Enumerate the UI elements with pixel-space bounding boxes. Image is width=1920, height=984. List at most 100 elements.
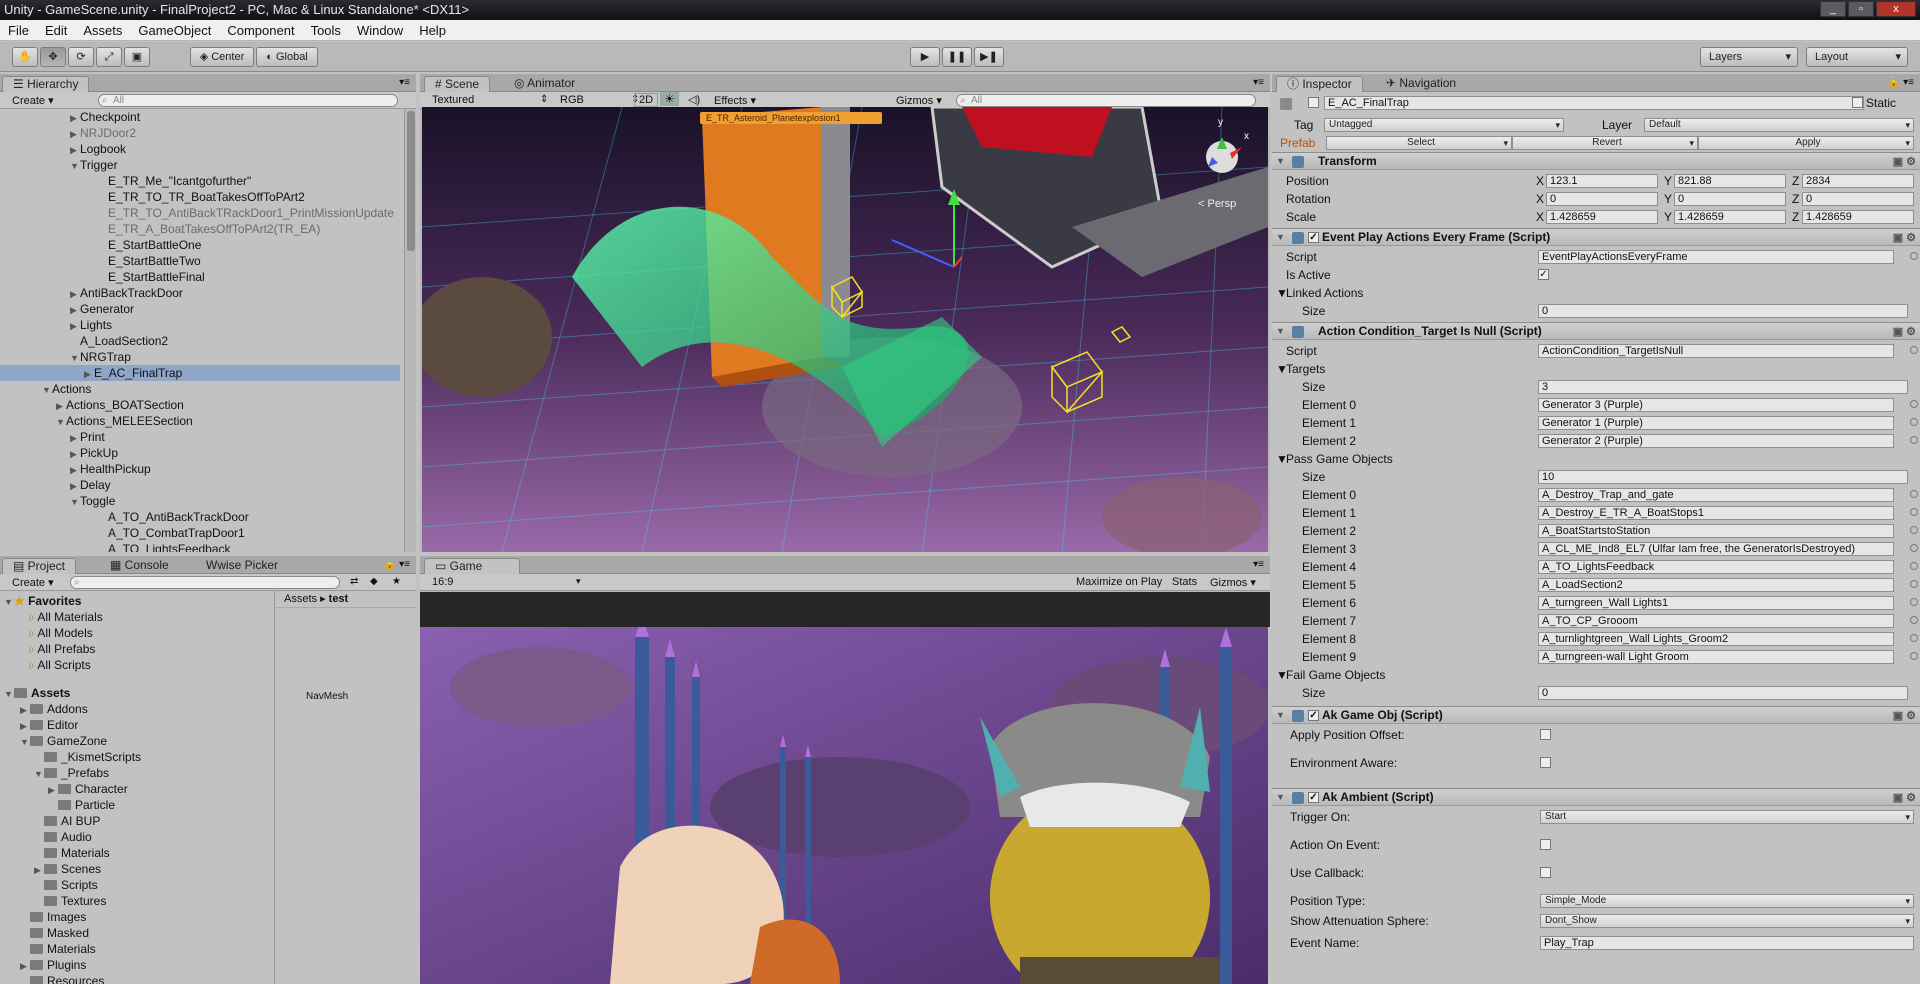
asset-folder[interactable]: ▶ Scenes	[34, 861, 101, 877]
rotation-z-field[interactable]: 0	[1802, 192, 1914, 206]
asset-folder[interactable]: _KismetScripts	[34, 749, 141, 765]
action-on-event-checkbox[interactable]	[1540, 839, 1551, 850]
rotation-x-field[interactable]: 0	[1546, 192, 1658, 206]
hierarchy-item[interactable]: ▶ AntiBackTrackDoor	[0, 285, 400, 301]
tab-inspector[interactable]: ⓘ Inspector	[1276, 76, 1363, 92]
asset-folder[interactable]: ▶ Editor	[20, 717, 78, 733]
breadcrumb-assets[interactable]: Assets	[284, 593, 317, 605]
menu-assets[interactable]: Assets	[75, 23, 130, 38]
gear-icon[interactable]: ▣ ⚙	[1893, 154, 1916, 171]
fold-arrow-icon[interactable]: ▼	[1276, 323, 1286, 340]
panel-menu-icon[interactable]: ▾≡	[1253, 77, 1264, 88]
is-active-checkbox[interactable]: ✓	[1538, 269, 1549, 280]
hierarchy-item[interactable]: E_TR_TO_TR_BoatTakesOffToPArt2	[0, 189, 400, 205]
tab-wwise-picker[interactable]: Wwise Picker	[196, 558, 288, 574]
object-picker-icon[interactable]	[1910, 252, 1918, 260]
size-field[interactable]: 0	[1538, 304, 1908, 318]
tree-arrow-icon[interactable]: ▶	[20, 718, 30, 734]
pass-object-field[interactable]: A_Destroy_E_TR_A_BoatStops1	[1538, 506, 1894, 520]
gizmos-dropdown[interactable]: Gizmos ▾	[896, 94, 942, 107]
tree-arrow-icon[interactable]: ▶	[70, 430, 80, 446]
scene-viewport[interactable]: E_TR_Asteroid_Planetexplosion1 y x < Per…	[422, 107, 1268, 552]
hierarchy-item[interactable]: ▼Toggle	[0, 493, 400, 509]
hierarchy-item[interactable]: ▼NRGTrap	[0, 349, 400, 365]
project-search-input[interactable]: ⌕	[70, 576, 340, 589]
pass-object-field[interactable]: A_turngreen-wall Light Groom	[1538, 650, 1894, 664]
favorite-item[interactable]: ⌕ All Models	[28, 625, 93, 641]
favorite-item[interactable]: ⌕ All Scripts	[28, 657, 91, 673]
hierarchy-create-button[interactable]: Create ▾	[12, 94, 54, 107]
hierarchy-scrollbar[interactable]	[404, 109, 416, 552]
component-header[interactable]: ▼ ✓ Ak Game Obj (Script) ▣ ⚙	[1272, 706, 1920, 724]
hierarchy-item[interactable]: A_TO_LightsFeedback	[0, 541, 400, 552]
hierarchy-item[interactable]: E_StartBattleOne	[0, 237, 400, 253]
fold-arrow-icon[interactable]: ▼	[1276, 789, 1286, 806]
gear-icon[interactable]: ▣ ⚙	[1893, 324, 1916, 341]
hierarchy-item[interactable]: ▶ Actions_BOATSection	[0, 397, 400, 413]
color-mode-dropdown[interactable]: RGB	[560, 94, 584, 106]
hand-tool-button[interactable]: ✋	[12, 47, 38, 67]
tab-game[interactable]: ▭ Game	[424, 558, 520, 574]
position-z-field[interactable]: 2834	[1802, 174, 1914, 188]
hierarchy-item[interactable]: ▼Trigger	[0, 157, 400, 173]
tree-arrow-icon[interactable]: ▼	[42, 382, 52, 398]
position-x-field[interactable]: 123.1	[1546, 174, 1658, 188]
position-y-field[interactable]: 821.88	[1674, 174, 1786, 188]
scene-search-input[interactable]: ⌕ All	[956, 94, 1256, 107]
hierarchy-item[interactable]: ▶ Print	[0, 429, 400, 445]
object-picker-icon[interactable]	[1910, 346, 1918, 354]
object-picker-icon[interactable]	[1910, 634, 1918, 642]
menu-help[interactable]: Help	[411, 23, 454, 38]
component-enabled-checkbox[interactable]: ✓	[1308, 792, 1319, 803]
asset-folder[interactable]: Textures	[34, 893, 106, 909]
pass-object-field[interactable]: A_CL_ME_Ind8_EL7 (Ulfar Iam free, the Ge…	[1538, 542, 1894, 556]
apply-position-offset-checkbox[interactable]	[1540, 729, 1551, 740]
panel-menu-icon[interactable]: ▾≡	[399, 77, 410, 88]
object-name-field[interactable]: E_AC_FinalTrap	[1324, 96, 1864, 110]
asset-folder[interactable]: Resources	[20, 973, 104, 984]
hierarchy-item[interactable]: ▶ E_AC_FinalTrap	[0, 365, 400, 381]
step-button[interactable]: ▶❚	[974, 47, 1004, 67]
tree-arrow-icon[interactable]: ▶	[70, 462, 80, 478]
maximize-on-play-toggle[interactable]: Maximize on Play	[1076, 576, 1162, 588]
active-checkbox[interactable]	[1308, 97, 1319, 108]
fold-arrow-icon[interactable]: ▼	[1276, 229, 1286, 246]
layout-dropdown[interactable]: Layout ▾	[1806, 47, 1908, 67]
aspect-dropdown[interactable]: 16:9	[432, 576, 453, 588]
layers-dropdown[interactable]: Layers ▾	[1700, 47, 1798, 67]
asset-folder[interactable]: ▼ GameZone	[20, 733, 107, 749]
pivot-center-button[interactable]: ◈ Center	[190, 47, 254, 67]
tree-arrow-icon[interactable]: ▶	[70, 318, 80, 334]
hierarchy-item[interactable]: A_TO_AntiBackTrackDoor	[0, 509, 400, 525]
scale-tool-button[interactable]: ⤢	[96, 47, 122, 67]
render-mode-dropdown[interactable]: Textured	[432, 94, 474, 106]
hierarchy-item[interactable]: E_StartBattleTwo	[0, 253, 400, 269]
gear-icon[interactable]: ▣ ⚙	[1893, 230, 1916, 247]
tab-project[interactable]: ▤ Project	[2, 558, 77, 574]
component-header[interactable]: ▼ ✓ Event Play Actions Every Frame (Script…	[1272, 228, 1920, 246]
object-picker-icon[interactable]	[1910, 508, 1918, 516]
tab-scene[interactable]: # Scene	[424, 76, 491, 92]
scene-audio-toggle[interactable]: ◁)	[688, 93, 700, 106]
hierarchy-item[interactable]: ▶ PickUp	[0, 445, 400, 461]
panel-menu-icon[interactable]: 🔒 ▾≡	[1888, 77, 1914, 88]
script-field[interactable]: EventPlayActionsEveryFrame	[1538, 250, 1894, 264]
tree-arrow-icon[interactable]: ▶	[56, 398, 66, 414]
hierarchy-search-input[interactable]: ⌕ All	[98, 94, 398, 107]
menu-component[interactable]: Component	[219, 23, 302, 38]
maximize-button[interactable]: ▫	[1848, 1, 1874, 17]
asset-folder[interactable]: Masked	[20, 925, 89, 941]
filter-type-icon[interactable]: ⇄	[350, 576, 358, 587]
hierarchy-scroll-thumb[interactable]	[407, 111, 415, 251]
component-header[interactable]: ▼ ✓ Ak Ambient (Script) ▣ ⚙	[1272, 788, 1920, 806]
script-field[interactable]: ActionCondition_TargetIsNull	[1538, 344, 1894, 358]
favorites-header[interactable]: ▼★ Favorites	[4, 593, 81, 609]
hierarchy-item[interactable]: ▶ NRJDoor2	[0, 125, 400, 141]
component-enabled-checkbox[interactable]: ✓	[1308, 710, 1319, 721]
gear-icon[interactable]: ▣ ⚙	[1893, 708, 1916, 725]
size-field[interactable]: 0	[1538, 686, 1908, 700]
tab-hierarchy[interactable]: ☰ Hierarchy	[2, 76, 90, 92]
close-button[interactable]: x	[1876, 1, 1916, 17]
tree-arrow-icon[interactable]: ▶	[48, 782, 58, 798]
pass-object-field[interactable]: A_BoatStartstoStation	[1538, 524, 1894, 538]
